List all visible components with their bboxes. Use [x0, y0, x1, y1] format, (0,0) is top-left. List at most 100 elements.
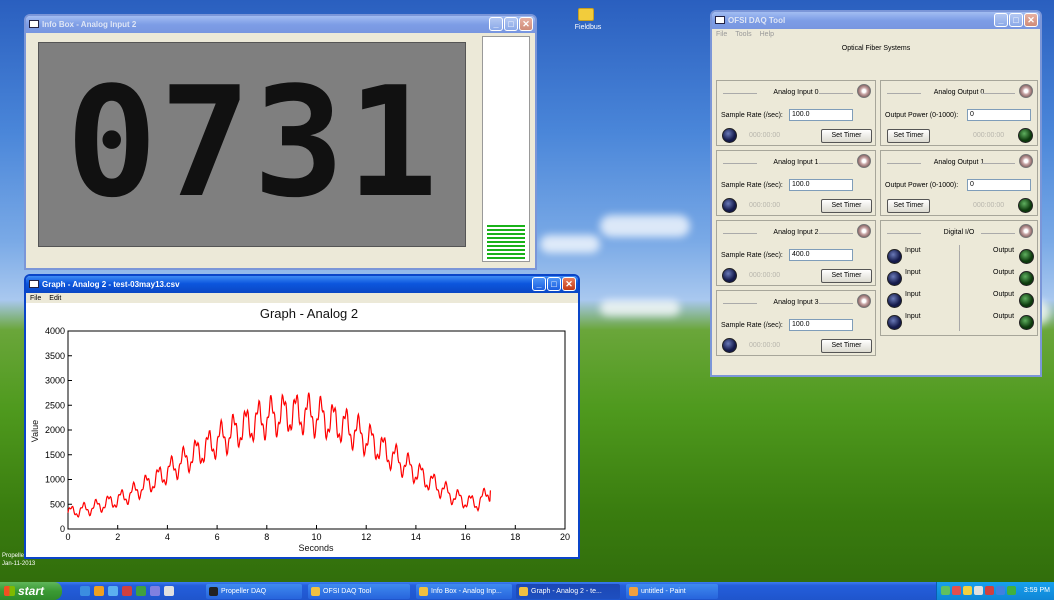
level-segment: [487, 245, 525, 247]
task-ofsi-daq-tool[interactable]: OFSI DAQ Tool: [308, 584, 410, 599]
desktop-text-line: Jan-11-2013: [2, 561, 36, 567]
task-info-box[interactable]: Info Box - Analog Inp...: [416, 584, 512, 599]
close-button[interactable]: ✕: [1024, 13, 1038, 27]
gear-icon[interactable]: [857, 294, 871, 308]
app-icon[interactable]: [136, 586, 146, 596]
status-led-icon: [722, 198, 737, 213]
window-icon: [715, 16, 725, 24]
task-label: OFSI DAQ Tool: [323, 588, 372, 595]
menu-edit[interactable]: Edit: [49, 295, 61, 302]
minimize-button[interactable]: _: [532, 277, 546, 291]
y-tick-label: 2000: [45, 425, 65, 435]
timer-readout: 000:00:00: [749, 132, 781, 139]
set-timer-button[interactable]: Set Timer: [821, 339, 872, 353]
info-box-window: Info Box - Analog Input 2 _ □ ✕ 0731: [24, 14, 537, 270]
desktop-icon[interactable]: [80, 586, 90, 596]
level-segment: [487, 237, 525, 239]
digital-output-led-icon[interactable]: [1019, 249, 1034, 264]
set-timer-button[interactable]: Set Timer: [821, 199, 872, 213]
sample-rate-input[interactable]: 400.0: [789, 249, 853, 261]
tray-icon[interactable]: [1007, 586, 1016, 595]
sample-rate-label: Sample Rate (/sec):: [721, 322, 783, 329]
app-icon[interactable]: [122, 586, 132, 596]
digital-input-led-icon: [887, 249, 902, 264]
gear-icon[interactable]: [1019, 154, 1033, 168]
window-icon: [29, 280, 39, 288]
terminal-icon: [209, 587, 218, 596]
digital-input-led-icon: [887, 271, 902, 286]
y-tick-label: 1000: [45, 475, 65, 485]
task-graph-analog[interactable]: Graph - Analog 2 - te...: [516, 584, 620, 599]
analog-output-0-panel: Analog Output 0 Output Power (0-1000): 0…: [880, 80, 1038, 146]
divider: [959, 245, 960, 331]
close-button[interactable]: ✕: [519, 17, 533, 31]
set-timer-button[interactable]: Set Timer: [821, 129, 872, 143]
graph-menubar: File Edit: [26, 293, 578, 303]
maximize-button[interactable]: □: [1009, 13, 1023, 27]
timer-readout: 000:00:00: [749, 272, 781, 279]
python-icon: [419, 587, 428, 596]
panel-title: Analog Input 0: [717, 89, 875, 96]
tray-icon[interactable]: [952, 586, 961, 595]
output-power-label: Output Power (0-1000):: [885, 182, 959, 189]
tray-icon[interactable]: [941, 586, 950, 595]
task-paint[interactable]: untitled - Paint: [626, 584, 718, 599]
gear-icon[interactable]: [857, 154, 871, 168]
status-led-icon: [722, 128, 737, 143]
daq-titlebar[interactable]: OFSI DAQ Tool _ □ ✕: [712, 12, 1040, 29]
analog-value-display: 0731: [65, 54, 441, 231]
task-propeller-daq[interactable]: Propeller DAQ: [206, 584, 302, 599]
info-box-titlebar[interactable]: Info Box - Analog Input 2 _ □ ✕: [26, 16, 535, 33]
digital-input-label: Input: [905, 247, 921, 254]
graph-titlebar[interactable]: Graph - Analog 2 - test-03may13.csv _ □ …: [26, 276, 578, 293]
output-power-label: Output Power (0-1000):: [885, 112, 959, 119]
tray-icon[interactable]: [974, 586, 983, 595]
sample-rate-input[interactable]: 100.0: [789, 109, 853, 121]
folder-icon[interactable]: [578, 8, 594, 21]
paint-icon: [629, 587, 638, 596]
sample-rate-input[interactable]: 100.0: [789, 319, 853, 331]
gear-icon[interactable]: [1019, 84, 1033, 98]
app-icon[interactable]: [150, 586, 160, 596]
output-led-icon: [1018, 198, 1033, 213]
close-button[interactable]: ✕: [562, 277, 576, 291]
set-timer-button[interactable]: Set Timer: [821, 269, 872, 283]
digital-input-label: Input: [905, 269, 921, 276]
gear-icon[interactable]: [857, 84, 871, 98]
desktop-folder-label[interactable]: Fieldbus: [568, 24, 608, 31]
sample-rate-input[interactable]: 100.0: [789, 179, 853, 191]
digital-output-led-icon[interactable]: [1019, 293, 1034, 308]
digital-output-led-icon[interactable]: [1019, 315, 1034, 330]
gear-icon[interactable]: [857, 224, 871, 238]
gear-icon[interactable]: [1019, 224, 1033, 238]
maximize-button[interactable]: □: [547, 277, 561, 291]
start-button[interactable]: start: [0, 582, 62, 600]
timer-readout: 000:00:00: [749, 202, 781, 209]
minimize-button[interactable]: _: [489, 17, 503, 31]
sample-rate-label: Sample Rate (/sec):: [721, 252, 783, 259]
menu-tools[interactable]: Tools: [735, 31, 751, 38]
menu-file[interactable]: File: [716, 31, 727, 38]
app-icon[interactable]: [164, 586, 174, 596]
maximize-button[interactable]: □: [504, 17, 518, 31]
x-tick-label: 4: [165, 532, 170, 542]
set-timer-button[interactable]: Set Timer: [887, 129, 930, 143]
output-power-input[interactable]: 0: [967, 179, 1031, 191]
menu-help[interactable]: Help: [760, 31, 774, 38]
tray-icon[interactable]: [985, 586, 994, 595]
x-axis-label: Seconds: [298, 543, 334, 553]
timer-readout: 000:00:00: [973, 202, 1005, 209]
tray-icon[interactable]: [963, 586, 972, 595]
panel-title: Analog Input 2: [717, 229, 875, 236]
menu-file[interactable]: File: [30, 295, 41, 302]
y-tick-label: 1500: [45, 450, 65, 460]
firefox-icon[interactable]: [94, 586, 104, 596]
ie-icon[interactable]: [108, 586, 118, 596]
set-timer-button[interactable]: Set Timer: [887, 199, 930, 213]
minimize-button[interactable]: _: [994, 13, 1008, 27]
task-label: Graph - Analog 2 - te...: [531, 588, 602, 595]
desktop-text-line: Propeller: [2, 553, 27, 559]
output-power-input[interactable]: 0: [967, 109, 1031, 121]
digital-output-led-icon[interactable]: [1019, 271, 1034, 286]
tray-icon[interactable]: [996, 586, 1005, 595]
